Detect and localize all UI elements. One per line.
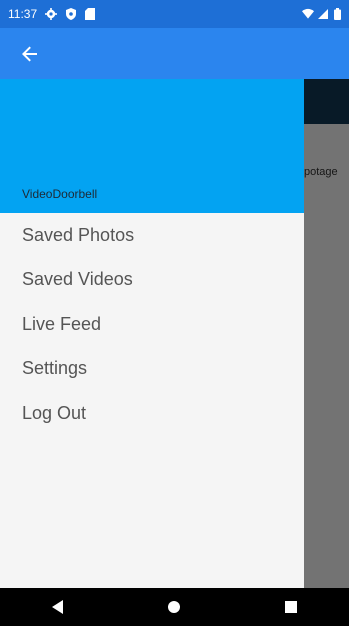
wifi-icon: [302, 8, 314, 20]
navigation-drawer: VideoDoorbell Saved Photos Saved Videos …: [0, 79, 304, 588]
battery-icon: [334, 8, 341, 20]
menu-item-saved-videos[interactable]: Saved Videos: [0, 258, 304, 303]
home-circle-icon[interactable]: [154, 592, 194, 622]
menu-item-settings[interactable]: Settings: [0, 347, 304, 392]
app-bar: [0, 28, 349, 79]
drawer-menu: Saved Photos Saved Videos Live Feed Sett…: [0, 213, 304, 436]
menu-item-log-out[interactable]: Log Out: [0, 391, 304, 436]
settings-gear-icon: [45, 8, 58, 20]
sd-card-icon: [85, 8, 97, 20]
status-time: 11:37: [8, 7, 38, 21]
back-arrow-icon[interactable]: [18, 42, 42, 66]
status-bar: 11:37: [0, 0, 349, 28]
cell-signal-icon: [318, 8, 330, 20]
shield-icon: [65, 8, 77, 20]
system-nav-bar: [0, 588, 349, 626]
drawer-header-title: VideoDoorbell: [22, 187, 98, 201]
drawer-header: VideoDoorbell: [0, 79, 304, 213]
menu-item-live-feed[interactable]: Live Feed: [0, 302, 304, 347]
back-triangle-icon[interactable]: [38, 592, 78, 622]
recents-square-icon[interactable]: [271, 592, 311, 622]
menu-item-saved-photos[interactable]: Saved Photos: [0, 213, 304, 258]
